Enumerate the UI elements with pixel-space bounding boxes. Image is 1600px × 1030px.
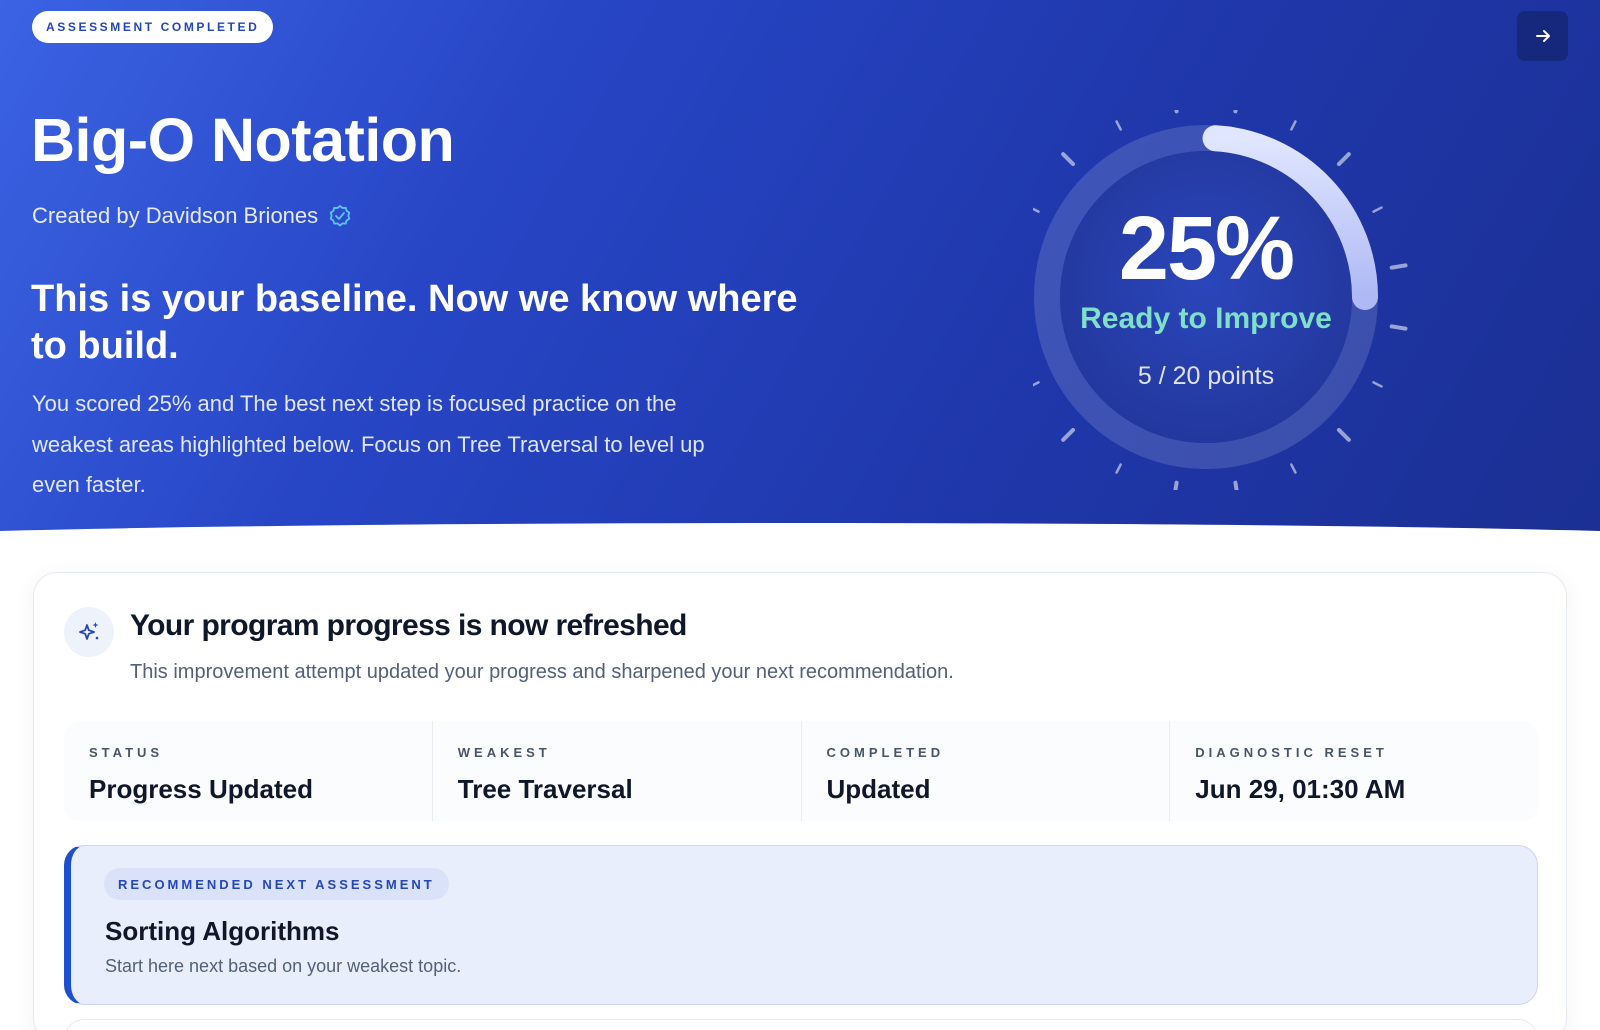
stat-completed: COMPLETED Updated	[802, 721, 1171, 821]
gauge-tick	[1290, 120, 1297, 131]
arrow-right-icon	[1535, 30, 1550, 42]
verified-check-icon	[329, 205, 351, 227]
progress-card-subtitle: This improvement attempt updated your pr…	[130, 661, 954, 683]
stat-label: STATUS	[89, 745, 164, 760]
stat-value: Jun 29, 01:30 AM	[1195, 774, 1406, 804]
recommended-badge: RECOMMENDED NEXT ASSESSMENT	[104, 868, 449, 900]
gauge-tick	[1061, 427, 1076, 442]
score-percent: 25%	[1118, 199, 1295, 299]
stat-value: Updated	[826, 774, 931, 804]
stat-value: Progress Updated	[89, 774, 313, 804]
gauge-tick	[1115, 463, 1122, 474]
gauge-tick	[1336, 152, 1351, 167]
gauge-tick	[1115, 120, 1122, 131]
score-description: You scored 25% and The best next step is…	[32, 391, 705, 497]
recommended-title: Sorting Algorithms	[105, 916, 340, 946]
creator-text: Created by Davidson Briones	[32, 203, 319, 228]
gauge-tick	[1173, 480, 1179, 490]
recommended-subtitle: Start here next based on your weakest to…	[105, 956, 462, 976]
stat-weakest: WEAKEST Tree Traversal	[433, 721, 802, 821]
gauge-tick	[1290, 463, 1297, 474]
progress-card-title: Your program progress is now refreshed	[130, 609, 687, 642]
gauge-tick	[1233, 110, 1238, 114]
gauge-tick	[1174, 110, 1179, 114]
hero-curve-divider	[0, 523, 1600, 560]
stat-status: STATUS Progress Updated	[64, 721, 433, 821]
stat-label: COMPLETED	[826, 745, 945, 760]
recommended-assessment-card[interactable]: RECOMMENDED NEXT ASSESSMENT Sorting Algo…	[64, 845, 1538, 1005]
next-button[interactable]	[1517, 11, 1568, 61]
gauge-tick	[1233, 480, 1239, 490]
score-gauge: 25% Ready to Improve 5 / 20 points	[1033, 110, 1433, 490]
stat-diagnostic-reset: DIAGNOSTIC RESET Jun 29, 01:30 AM	[1170, 721, 1538, 821]
assessment-completed-badge: ASSESSMENT COMPLETED	[32, 11, 274, 43]
sparkles-icon	[79, 622, 99, 640]
stat-label: DIAGNOSTIC RESET	[1195, 745, 1388, 760]
stat-value: Tree Traversal	[457, 774, 633, 804]
next-section-card	[64, 1019, 1538, 1030]
sparkles-badge	[64, 607, 114, 657]
hero-banner: ASSESSMENT COMPLETED Big-O Notation Crea…	[0, 0, 1600, 560]
stats-row: STATUS Progress Updated WEAKEST Tree Tra…	[64, 721, 1538, 821]
baseline-headline: This is your baseline. Now we know where…	[31, 278, 798, 367]
score-points: 5 / 20 points	[1137, 362, 1275, 390]
gauge-tick	[1061, 152, 1076, 167]
score-status: Ready to Improve	[1080, 302, 1332, 335]
creator-line: Created by Davidson Briones	[32, 203, 352, 229]
page-title: Big-O Notation	[31, 106, 455, 174]
stat-label: WEAKEST	[457, 745, 551, 760]
gauge-tick	[1336, 427, 1351, 442]
progress-card: Your program progress is now refreshed T…	[33, 572, 1567, 1030]
